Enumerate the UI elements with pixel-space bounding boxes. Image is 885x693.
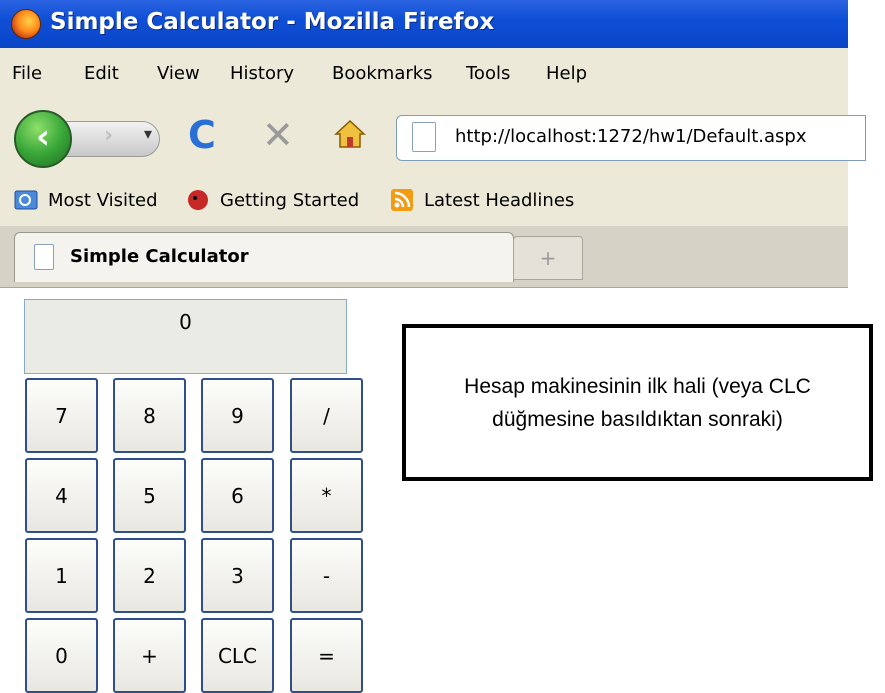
key-add[interactable]: + xyxy=(113,618,186,693)
back-arrow-icon: ‹ xyxy=(35,117,50,157)
key-1[interactable]: 1 xyxy=(25,538,98,613)
most-visited-icon xyxy=(14,190,38,210)
home-icon[interactable] xyxy=(334,118,366,150)
window-title: Simple Calculator - Mozilla Firefox xyxy=(50,9,495,35)
key-divide[interactable]: / xyxy=(290,378,363,453)
key-clear[interactable]: CLC xyxy=(201,618,274,693)
menu-edit[interactable]: Edit xyxy=(84,63,119,84)
menu-help[interactable]: Help xyxy=(546,63,587,84)
key-9[interactable]: 9 xyxy=(201,378,274,453)
address-text[interactable]: http://localhost:1272/hw1/Default.aspx xyxy=(455,126,807,147)
key-7[interactable]: 7 xyxy=(25,378,98,453)
bookmark-latest-headlines[interactable]: Latest Headlines xyxy=(424,190,574,211)
getting-started-icon xyxy=(188,190,208,210)
menu-view[interactable]: View xyxy=(157,63,200,84)
menu-tools[interactable]: Tools xyxy=(466,63,510,84)
firefox-icon xyxy=(11,9,41,39)
menu-bookmarks[interactable]: Bookmarks xyxy=(332,63,433,84)
key-2[interactable]: 2 xyxy=(113,538,186,613)
key-0[interactable]: 0 xyxy=(25,618,98,693)
key-5[interactable]: 5 xyxy=(113,458,186,533)
forward-arrow-icon: › xyxy=(104,123,114,148)
menu-file[interactable]: File xyxy=(12,63,42,84)
key-3[interactable]: 3 xyxy=(201,538,274,613)
annotation-box: Hesap makinesinin ilk hali (veya CLC düğ… xyxy=(402,324,873,481)
key-subtract[interactable]: - xyxy=(290,538,363,613)
key-multiply[interactable]: * xyxy=(290,458,363,533)
reload-icon[interactable]: C xyxy=(188,113,216,157)
back-button[interactable]: ‹ xyxy=(14,110,72,168)
stop-icon[interactable]: ✕ xyxy=(262,113,294,157)
history-dropdown-icon[interactable]: ▾ xyxy=(144,124,152,143)
new-tab-button[interactable]: + xyxy=(513,236,583,280)
menu-history[interactable]: History xyxy=(230,63,294,84)
bookmark-getting-started[interactable]: Getting Started xyxy=(220,190,359,211)
annotation-text: Hesap makinesinin ilk hali (veya CLC düğ… xyxy=(464,374,811,431)
bookmark-most-visited[interactable]: Most Visited xyxy=(48,190,158,211)
page-icon xyxy=(34,244,54,270)
key-6[interactable]: 6 xyxy=(201,458,274,533)
page-icon xyxy=(412,122,436,152)
key-equals[interactable]: = xyxy=(290,618,363,693)
rss-feed-icon xyxy=(391,189,413,211)
key-8[interactable]: 8 xyxy=(113,378,186,453)
tab-label: Simple Calculator xyxy=(70,246,249,267)
key-4[interactable]: 4 xyxy=(25,458,98,533)
calculator-display: 0 xyxy=(24,299,347,374)
